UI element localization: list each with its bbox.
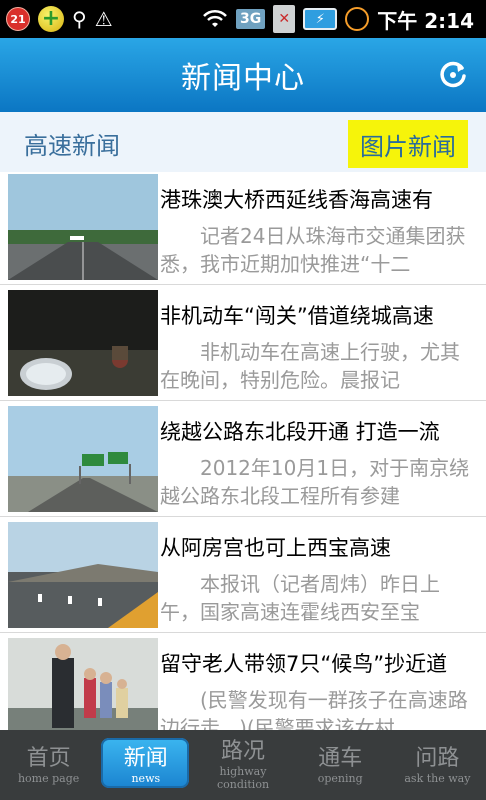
status-bar: 21 + ⚲ ⚠ 3G ✕ ⚡ 下午 2:14 (0, 0, 486, 38)
clock: 下午 2:14 (377, 8, 474, 33)
warning-icon: ⚠ (94, 7, 113, 31)
nav-sublabel: highway condition (216, 765, 270, 791)
refresh-icon[interactable] (438, 60, 468, 90)
nav-sublabel: home page (17, 771, 80, 785)
nav-label: 通车 (318, 745, 363, 771)
list-item[interactable]: 非机动车“闯关”借道绕城高速 非机动车在高速上行驶，尤其在晚间，特别危险。晨报记 (0, 288, 486, 401)
news-headline: 港珠澳大桥西延线香海高速有 (160, 188, 433, 212)
nav-opening[interactable]: 通车 opening (292, 730, 389, 800)
nav-label: 新闻 (123, 745, 168, 771)
news-tabs: 高速新闻 图片新闻 (0, 112, 486, 173)
news-thumbnail (8, 290, 158, 396)
app-plus-icon: + (38, 6, 64, 32)
nav-sublabel: ask the way (404, 771, 471, 785)
nav-news[interactable]: 新闻 news (97, 730, 194, 800)
notification-badge: 21 (6, 7, 30, 31)
tab-picture-news[interactable]: 图片新闻 (348, 120, 468, 168)
nav-sublabel: opening (317, 771, 363, 785)
no-sim-icon: ✕ (273, 5, 296, 33)
news-summary: 记者24日从珠海市交通集团获悉，我市近期加快推进“十二 (160, 224, 466, 276)
news-thumbnail (8, 174, 158, 280)
page-title: 新闻中心 (181, 61, 305, 96)
bottom-nav: 首页 home page 新闻 news 路况 highway conditio… (0, 730, 486, 800)
list-item[interactable]: 绕越公路东北段开通 打造一流 2012年10月1日，对于南京绕越公路东北段工程所… (0, 404, 486, 517)
news-headline: 非机动车“闯关”借道绕城高速 (160, 304, 434, 328)
usb-icon: ⚲ (72, 7, 87, 31)
battery-charging-icon: ⚡ (303, 8, 338, 30)
news-summary: 本报讯（记者周炜）昨日上午，国家高速连霍线西安至宝 (160, 572, 440, 624)
nav-sublabel: news (131, 771, 161, 785)
news-summary: 非机动车在高速上行驶，尤其在晚间，特别危险。晨报记 (160, 340, 460, 392)
news-thumbnail (8, 638, 158, 730)
news-summary: (民警发现有一群孩子在高速路边行走...)(民警要求该女村 (160, 688, 468, 730)
title-bar: 新闻中心 (0, 38, 486, 112)
nav-ask-the-way[interactable]: 问路 ask the way (389, 730, 486, 800)
list-item[interactable]: 留守老人带领7只“候鸟”抄近道 (民警发现有一群孩子在高速路边行走...)(民警… (0, 636, 486, 730)
wifi-icon (203, 9, 227, 27)
list-item[interactable]: 从阿房宫也可上西宝高速 本报讯（记者周炜）昨日上午，国家高速连霍线西安至宝 (0, 520, 486, 633)
news-summary: 2012年10月1日，对于南京绕越公路东北段工程所有参建 (160, 456, 470, 508)
list-item[interactable]: 港珠澳大桥西延线香海高速有 记者24日从珠海市交通集团获悉，我市近期加快推进“十… (0, 172, 486, 285)
nav-road-condition[interactable]: 路况 highway condition (194, 730, 291, 800)
nav-home[interactable]: 首页 home page (0, 730, 97, 800)
news-headline: 留守老人带领7只“候鸟”抄近道 (160, 652, 448, 676)
news-list[interactable]: 港珠澳大桥西延线香海高速有 记者24日从珠海市交通集团获悉，我市近期加快推进“十… (0, 172, 486, 730)
network-3g-icon: 3G (236, 9, 266, 29)
nav-label: 路况 (221, 739, 266, 764)
news-thumbnail (8, 406, 158, 512)
news-headline: 从阿房宫也可上西宝高速 (160, 536, 391, 560)
news-thumbnail (8, 522, 158, 628)
nav-label: 首页 (26, 745, 71, 771)
news-headline: 绕越公路东北段开通 打造一流 (160, 420, 440, 444)
tab-highway-news[interactable]: 高速新闻 (24, 126, 120, 161)
alarm-icon (345, 7, 370, 31)
nav-label: 问路 (415, 745, 460, 771)
